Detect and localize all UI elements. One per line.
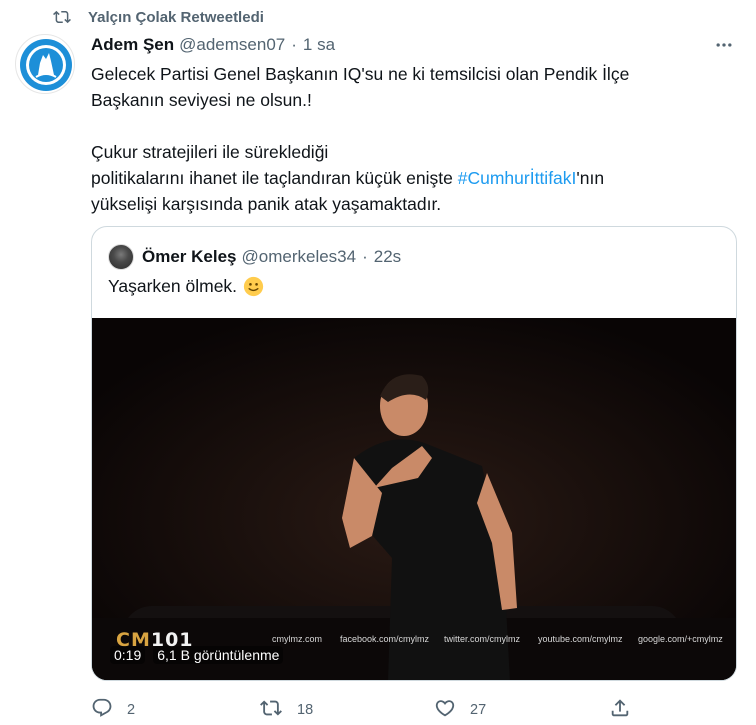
retweeter-link[interactable]: Yalçın Çolak Retweetledi xyxy=(88,9,264,26)
video-views: 6,1 B görüntülenme xyxy=(153,646,284,664)
share-icon xyxy=(609,697,631,724)
like-count: 27 xyxy=(470,702,487,718)
quote-author-name: Ömer Keleş xyxy=(142,247,237,266)
quote-text: Yaşarken ölmek. xyxy=(108,276,238,296)
tweet-line: Başkanın seviyesi ne olsun.! xyxy=(91,90,312,110)
tweet-line: politikalarını ihanet ile taçlandıran kü… xyxy=(91,165,731,191)
reply-count: 2 xyxy=(127,702,136,718)
quote-text-row: Yaşarken ölmek. xyxy=(108,273,264,299)
author-handle[interactable]: @ademsen07 xyxy=(179,35,285,55)
slightly-smiling-face-icon xyxy=(243,276,264,297)
video-info: 0:19 6,1 B görüntülenme xyxy=(110,644,284,666)
tweet-line: Çukur stratejileri ile süreklediği xyxy=(91,142,329,162)
tweet-text: Gelecek Partisi Genel Başkanın IQ'su ne … xyxy=(91,61,731,217)
reply-icon xyxy=(91,697,113,724)
quote-separator: · xyxy=(362,247,368,266)
quote-author-handle: @omerkeles34 xyxy=(241,247,357,266)
tweet-line-segment: 'nın xyxy=(576,168,605,188)
watermark-text: google.com/+cmylmz xyxy=(638,634,723,644)
watermark-text: facebook.com/cmylmz xyxy=(340,634,430,644)
action-bar: 2 18 27 xyxy=(91,695,651,725)
author-name[interactable]: Adem Şen xyxy=(91,35,174,55)
heart-icon xyxy=(434,697,456,724)
retweet-count: 18 xyxy=(297,702,314,718)
hashtag-link[interactable]: #CumhurİttifakI xyxy=(458,168,577,188)
quote-time: 22s xyxy=(373,247,402,266)
watermark-text: cmylmz.com xyxy=(272,634,322,644)
separator: · xyxy=(291,35,297,54)
retweet-button[interactable]: 18 xyxy=(259,695,313,725)
retweet-banner: Yalçın Çolak Retweetledi xyxy=(52,6,264,28)
quote-tweet[interactable]: Ömer Keleş @omerkeles34 · 22s Yaşarken ö… xyxy=(91,226,737,681)
share-button[interactable] xyxy=(609,695,631,725)
tweet-line-segment: politikalarını ihanet ile taçlandıran kü… xyxy=(91,168,458,188)
video-frame xyxy=(92,318,736,680)
quote-avatar xyxy=(108,244,134,270)
watermark-text: twitter.com/cmylmz xyxy=(444,634,521,644)
avatar[interactable] xyxy=(15,34,75,94)
reply-button[interactable]: 2 xyxy=(91,695,135,725)
watermark-text: youtube.com/cmylmz xyxy=(538,634,623,644)
quote-header: Ömer Keleş @omerkeles34 · 22s xyxy=(108,243,401,271)
retweet-icon xyxy=(259,697,283,724)
like-button[interactable]: 27 xyxy=(434,695,486,725)
tweet-header: Adem Şen @ademsen07 · 1 sa xyxy=(91,33,736,57)
tweet-line: yükselişi karşısında panik atak yaşamakt… xyxy=(91,194,442,214)
retweet-icon xyxy=(52,6,74,28)
tweet-time[interactable]: 1 sa xyxy=(303,35,335,55)
video-duration: 0:19 xyxy=(110,646,146,664)
video-player[interactable]: CM101 cmylmz.com facebook.com/cmylmz twi… xyxy=(92,318,736,680)
more-options-icon[interactable] xyxy=(712,33,736,57)
tweet-line: Gelecek Partisi Genel Başkanın IQ'su ne … xyxy=(91,64,630,84)
